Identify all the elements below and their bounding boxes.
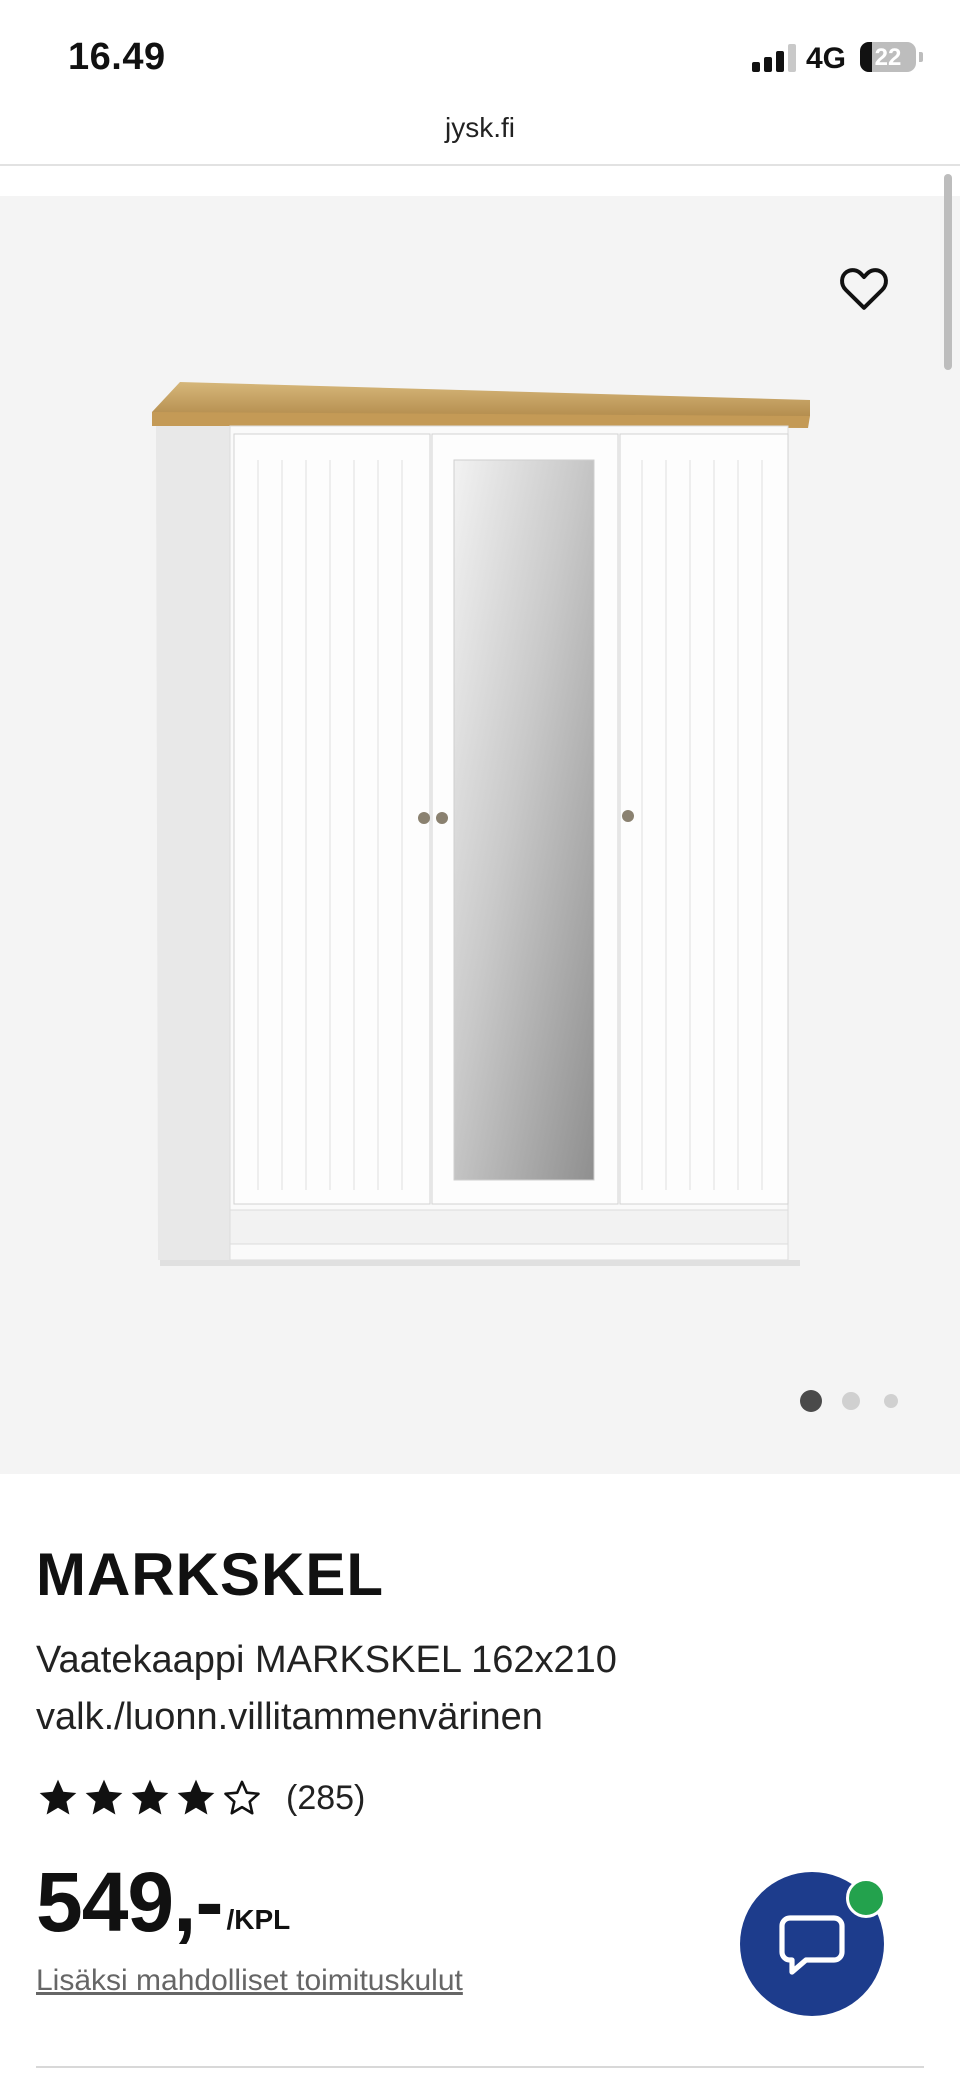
product-image[interactable] [140, 380, 820, 1280]
battery-icon: 22 [860, 42, 923, 72]
heart-icon[interactable] [836, 260, 892, 316]
product-brand: MARKSKEL [36, 1541, 384, 1608]
price-value: 549,- [36, 1855, 223, 1949]
star-empty-icon [224, 1780, 260, 1815]
product-description-line-1: Vaatekaappi MARKSKEL 162x210 [36, 1639, 617, 1681]
status-bar: 16.49 4G 22 [0, 0, 960, 110]
product-description: Vaatekaappi MARKSKEL 162x210 valk./luonn… [36, 1632, 916, 1746]
gallery-dot-3[interactable] [884, 1394, 898, 1408]
status-time: 16.49 [68, 36, 166, 78]
url-text: jysk.fi [445, 112, 515, 143]
section-divider [36, 2066, 924, 2068]
chat-online-indicator [846, 1878, 886, 1918]
network-type: 4G [806, 42, 847, 75]
product-rating[interactable]: (285) [36, 1772, 365, 1824]
star-filled-icon [39, 1779, 77, 1815]
star-filled-icon [85, 1779, 123, 1815]
gallery-dot-1[interactable] [800, 1390, 822, 1412]
gallery-dot-2[interactable] [842, 1392, 860, 1410]
product-description-line-2: valk./luonn.villitammenvärinen [36, 1696, 543, 1738]
battery-level: 22 [874, 44, 902, 71]
product-price: 549,- /KPL [36, 1856, 290, 1948]
star-filled-icon [131, 1779, 169, 1815]
shipping-costs-link[interactable]: Lisäksi mahdolliset toimituskulut [36, 1964, 463, 1998]
review-count: (285) [286, 1778, 366, 1817]
rating-stars [36, 1776, 264, 1820]
page-scrollbar[interactable] [944, 174, 952, 370]
chat-bubble-icon [779, 1915, 845, 1975]
price-unit: /KPL [226, 1904, 291, 1935]
star-filled-icon [177, 1779, 215, 1815]
address-bar[interactable]: jysk.fi [0, 110, 960, 166]
signal-icon [752, 44, 798, 72]
